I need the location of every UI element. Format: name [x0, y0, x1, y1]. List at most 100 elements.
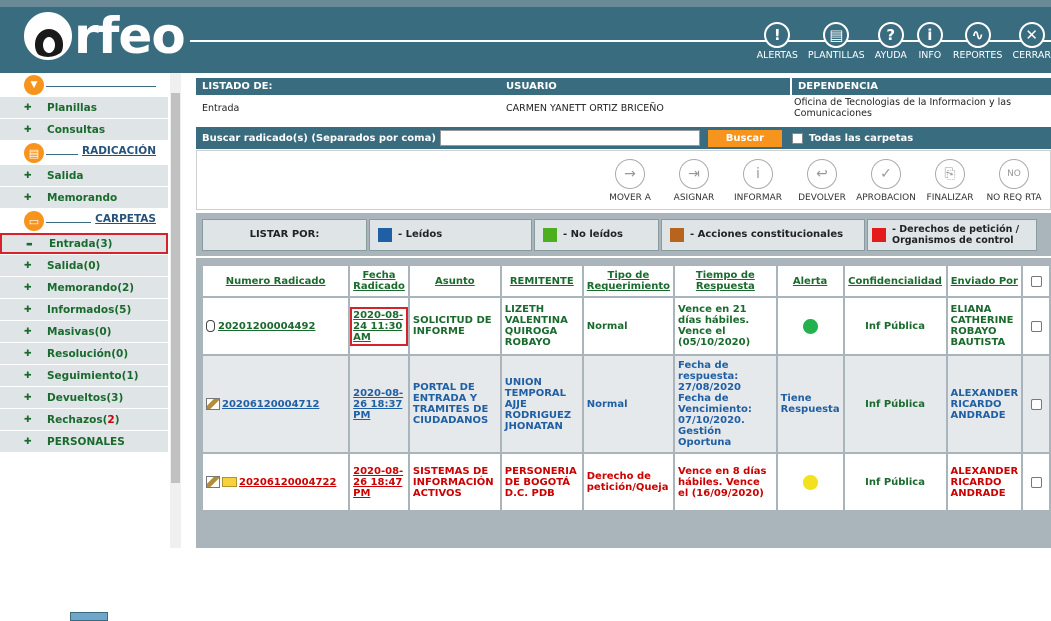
- sidebar-scrollbar[interactable]: [170, 73, 181, 548]
- sidebar-item-seguimiento[interactable]: ✚ Seguimiento(1): [0, 365, 168, 386]
- select-cell: [1023, 454, 1049, 510]
- chevron-down-icon[interactable]: ▼: [24, 75, 44, 95]
- top-stripe: [0, 0, 1051, 7]
- legend-no-leidos[interactable]: - No leídos: [534, 218, 659, 251]
- tiempo-cell: Fecha de respuesta: 27/08/2020 Fecha de …: [675, 356, 776, 452]
- alerta-cell: [777, 298, 843, 354]
- asunto-cell: PORTAL DE ENTRADA Y TRAMITES DE CIUDADAN…: [409, 356, 500, 452]
- table-row[interactable]: 20206120004722 2020-08-26 18:47 PM SISTEMA…: [203, 454, 1049, 510]
- fecha-link[interactable]: 2020-08-24 11:30 AM: [350, 306, 408, 346]
- column-header[interactable]: REMITENTE: [501, 266, 582, 296]
- fecha-cell[interactable]: 2020-08-26 18:37 PM: [350, 356, 408, 452]
- sidebar-item-resolucin[interactable]: ✚ Resolución(0): [0, 343, 168, 364]
- numero-radicado-cell[interactable]: 20206120004712: [203, 356, 349, 452]
- confidencialidad-cell: Inf Pública: [844, 298, 946, 354]
- table-row[interactable]: 20201200004492 2020-08-24 11:30 AM SOLICIT…: [203, 298, 1049, 354]
- legend-derechos[interactable]: - Derechos de petición / Organismos de c…: [867, 218, 1037, 251]
- sidebar-item-label: Seguimiento(1): [47, 369, 139, 382]
- column-header[interactable]: Asunto: [409, 266, 500, 296]
- topbar-item-ayuda[interactable]: ? AYUDA: [875, 22, 907, 61]
- action-devolver[interactable]: ↩ DEVOLVER: [790, 159, 854, 203]
- action-mover-a[interactable]: → MOVER A: [598, 159, 662, 203]
- sidebar-item-memorando[interactable]: ✚ Memorando: [0, 187, 168, 208]
- topbar-item-plantillas[interactable]: ▤ PLANTILLAS: [808, 22, 865, 61]
- fecha-cell[interactable]: 2020-08-26 18:47 PM: [350, 454, 408, 510]
- action-informar[interactable]: i INFORMAR: [726, 159, 790, 203]
- search-button[interactable]: Buscar: [707, 129, 782, 147]
- sidebar-item-label: Planillas: [47, 101, 97, 114]
- fecha-cell[interactable]: 2020-08-24 11:30 AM: [350, 298, 408, 354]
- sidebar-item-label: Rechazos(: [47, 413, 108, 426]
- column-header[interactable]: Enviado Por: [947, 266, 1022, 296]
- column-header[interactable]: Confidencialidad: [844, 266, 946, 296]
- tipo-cell: Normal: [583, 298, 674, 354]
- row-checkbox[interactable]: [1030, 398, 1042, 410]
- numero-radicado-link[interactable]: 20206120004722: [239, 477, 336, 488]
- edit-icon: [206, 476, 220, 488]
- folder-icon: ▭: [24, 211, 44, 231]
- sidebar-item-entrada[interactable]: ▬ Entrada(3): [0, 233, 168, 254]
- action-aprobacion[interactable]: ✓ APROBACION: [854, 159, 918, 203]
- column-header[interactable]: Alerta: [777, 266, 843, 296]
- topbar-item-alertas[interactable]: ! ALERTAS: [757, 22, 798, 61]
- fecha-link[interactable]: 2020-08-26 18:47 PM: [353, 466, 405, 499]
- table-row[interactable]: 20206120004712 2020-08-26 18:37 PM PORTAL …: [203, 356, 1049, 452]
- column-header[interactable]: Fecha Radicado: [350, 266, 408, 296]
- sidebar-item-label: Consultas: [47, 123, 106, 136]
- sidebar-item-salida[interactable]: ✚ Salida(0): [0, 255, 168, 276]
- sidebar-menu: ▼ ✚ Planillas ✚ Consultas ▤ RADICACIÓN ✚ Salida ✚…: [0, 73, 168, 548]
- all-folders-checkbox[interactable]: [791, 132, 803, 144]
- edit-icon: [206, 398, 220, 410]
- yellow-status-icon: [802, 474, 818, 490]
- inform-icon: i: [743, 159, 773, 189]
- action-no-req-rta[interactable]: NO NO REQ RTA: [982, 159, 1046, 203]
- sidebar-item-masivas[interactable]: ✚ Masivas(0): [0, 321, 168, 342]
- sidebar-item-devueltos[interactable]: ✚ Devueltos(3): [0, 387, 168, 408]
- row-checkbox[interactable]: [1030, 476, 1042, 488]
- topbar-label: PLANTILLAS: [807, 50, 865, 61]
- numero-radicado-link[interactable]: 20201200004492: [218, 321, 315, 332]
- close-icon: ✕: [1018, 22, 1045, 48]
- move-icon: →: [615, 159, 645, 189]
- sidebar-item-planillas[interactable]: ✚ Planillas: [0, 97, 168, 118]
- legend-acciones[interactable]: - Acciones constitucionales: [661, 218, 865, 251]
- topbar-item-cerrar[interactable]: ✕ CERRAR: [1012, 22, 1051, 61]
- action-asignar[interactable]: ⇥ ASIGNAR: [662, 159, 726, 203]
- sidebar-item-informados[interactable]: ✚ Informados(5): [0, 299, 168, 320]
- column-header[interactable]: Numero Radicado: [203, 266, 349, 296]
- sidebar-item-consultas[interactable]: ✚ Consultas: [0, 119, 168, 140]
- sidebar-item-personales[interactable]: ✚ PERSONALES: [0, 431, 168, 452]
- section-title[interactable]: CARPETAS: [91, 213, 156, 225]
- fecha-link[interactable]: 2020-08-26 18:37 PM: [353, 388, 405, 421]
- row-checkbox[interactable]: [1030, 320, 1042, 332]
- plus-icon: ✚: [24, 326, 32, 337]
- sidebar-item-memorando[interactable]: ✚ Memorando(2): [0, 277, 168, 298]
- search-input[interactable]: [439, 130, 700, 146]
- action-buttons: → MOVER A ⇥ ASIGNAR i INFORMAR ↩ DEVOLVER ✓ APROB…: [598, 159, 1046, 203]
- numero-radicado-link[interactable]: 20206120004712: [222, 399, 319, 410]
- action-finalizar[interactable]: ⎘ FINALIZAR: [918, 159, 982, 203]
- numero-radicado-cell[interactable]: 20206120004722: [203, 454, 349, 510]
- legend-leidos[interactable]: - Leídos: [369, 218, 532, 251]
- select-all-checkbox[interactable]: [1030, 275, 1042, 287]
- return-icon: ↩: [807, 159, 837, 189]
- column-header[interactable]: Tipo de Requerimiento: [583, 266, 674, 296]
- scrollbar-thumb[interactable]: [171, 93, 180, 483]
- asunto-cell: SOLICITUD DE INFORME: [409, 298, 500, 354]
- sidebar-item-suffix: ): [114, 413, 120, 426]
- remitente-cell: LIZETH VALENTINA QUIROGA ROBAYO: [501, 298, 582, 354]
- numero-radicado-cell[interactable]: 20201200004492: [203, 298, 349, 354]
- section-title[interactable]: RADICACIÓN: [78, 145, 156, 157]
- sidebar-item-rechazos[interactable]: ✚ Rechazos(2): [0, 409, 168, 430]
- topbar-item-reportes[interactable]: ∿ REPORTES: [953, 22, 1002, 61]
- sidebar-item-salida[interactable]: ✚ Salida: [0, 165, 168, 186]
- action-label: NO REQ RTA: [986, 193, 1042, 203]
- section-line: [46, 86, 156, 87]
- column-header[interactable]: Tiempo de Respuesta: [675, 266, 776, 296]
- topbar-item-info[interactable]: i INFO: [916, 22, 943, 61]
- sidebar-item-label: Resolución(0): [47, 347, 129, 360]
- sidebar-item-label: PERSONALES: [47, 435, 125, 448]
- usuario-label: USUARIO: [500, 78, 790, 95]
- legend-swatch: [872, 227, 886, 242]
- legend-swatch: [378, 227, 392, 242]
